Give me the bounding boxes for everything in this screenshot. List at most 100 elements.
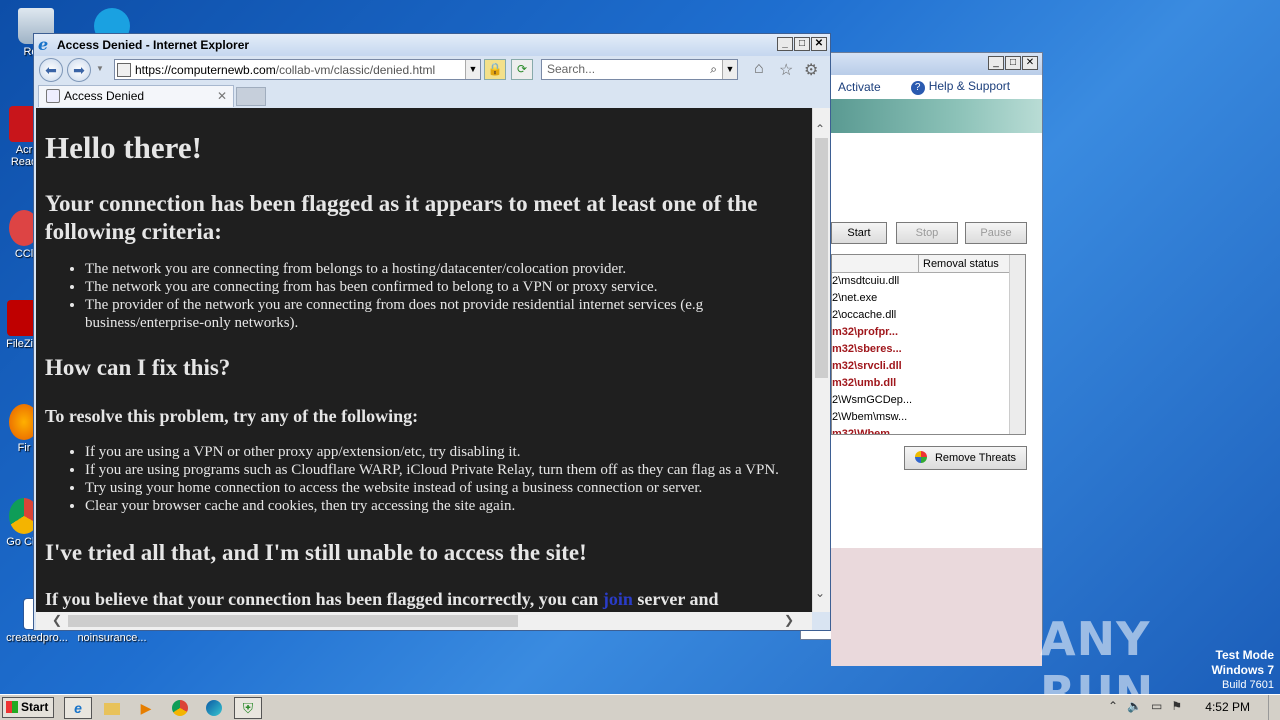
banner-eye-image <box>831 99 1042 133</box>
url-host: https://computernewb.com <box>135 62 276 77</box>
threat-list-row[interactable]: m32\sberes... <box>832 341 1025 358</box>
desktop-icon-label: CCl <box>14 248 34 260</box>
scroll-thumb[interactable] <box>68 615 518 627</box>
maximize-button[interactable]: □ <box>1005 56 1021 70</box>
system-tray: ⌃🔈▭⚑ 4:52 PM <box>1105 695 1280 720</box>
threat-list-row[interactable]: 2\Wbem\msw... <box>832 409 1025 426</box>
tab-label: Access Denied <box>64 89 145 103</box>
show-desktop-button[interactable] <box>1268 695 1280 720</box>
taskbar-edge[interactable] <box>200 697 228 719</box>
start-label: Start <box>21 700 49 714</box>
join-link[interactable]: join <box>603 589 633 609</box>
start-button[interactable]: Start <box>2 697 54 718</box>
favorites-star-icon[interactable]: ☆ <box>779 60 793 80</box>
scroll-right-icon[interactable]: ❯ <box>784 613 794 627</box>
start-scan-button[interactable]: Start <box>831 222 887 244</box>
browser-titlebar[interactable]: e Access Denied - Internet Explorer _ □ … <box>34 34 830 56</box>
close-button[interactable]: ✕ <box>811 37 827 51</box>
threat-list-row[interactable]: m32\profpr... <box>832 324 1025 341</box>
contact-paragraph: If you believe that your connection has … <box>45 589 802 610</box>
tab-access-denied[interactable]: Access Denied ✕ <box>38 85 234 107</box>
close-button[interactable]: ✕ <box>1022 56 1038 70</box>
contact-text: If you believe that your connection has … <box>45 589 603 609</box>
threat-list-row[interactable]: m32\Wbem... <box>832 426 1025 434</box>
maximize-button[interactable]: □ <box>794 37 810 51</box>
taskbar-media-player[interactable]: ▶ <box>132 697 160 719</box>
threat-list-scrollbar[interactable] <box>1009 255 1025 434</box>
remove-threats-label: Remove Threats <box>934 452 1017 464</box>
search-box[interactable]: Search... ⌕ ▼ <box>541 59 738 80</box>
home-icon[interactable]: ⌂ <box>754 60 764 78</box>
scroll-thumb[interactable] <box>815 138 828 378</box>
list-item: Try using your home connection to access… <box>85 479 802 497</box>
address-bar[interactable]: https://computernewb.com/collab-vm/class… <box>114 59 481 80</box>
desktop-icon-label: noinsurance... <box>77 632 147 644</box>
tray-icons[interactable]: ⌃🔈▭⚑ <box>1108 699 1191 713</box>
fix-heading: How can I fix this? <box>45 355 231 380</box>
threat-list-header: Removal status <box>832 255 1025 273</box>
background-app-window[interactable]: _ □ ✕ Activate ? Help & Support Start Sto… <box>800 52 1043 666</box>
back-button[interactable]: ⬅ <box>39 58 63 82</box>
list-item: If you are using a VPN or other proxy ap… <box>85 443 802 461</box>
test-mode-line: Test Mode <box>1215 648 1274 662</box>
build-line: Build 7601 <box>1222 679 1274 691</box>
clock[interactable]: 4:52 PM <box>1205 700 1250 714</box>
minimize-button[interactable]: _ <box>777 37 793 51</box>
help-support-label: Help & Support <box>928 79 1011 93</box>
page-content: Hello there! Your connection has been fl… <box>36 108 812 612</box>
edge-icon <box>206 700 222 716</box>
url-path: /collab-vm/classic/denied.html <box>275 62 436 77</box>
scroll-down-icon[interactable]: ⌄ <box>815 586 825 600</box>
folder-icon <box>104 703 120 715</box>
pause-scan-button[interactable]: Pause <box>965 222 1027 244</box>
threat-list-rows: 2\msdtcuiu.dll 2\net.exe 2\occache.dll m32\… <box>832 273 1025 434</box>
threat-list-row[interactable]: 2\net.exe <box>832 290 1025 307</box>
forward-button[interactable]: ➡ <box>67 58 91 82</box>
recent-pages-dropdown-icon[interactable]: ▼ <box>96 64 104 73</box>
navigation-bar: ⬅ ➡ ▼ https://computernewb.com/collab-vm… <box>34 56 830 84</box>
scroll-left-icon[interactable]: ❮ <box>52 613 62 627</box>
removal-status-column[interactable]: Removal status <box>918 255 999 273</box>
search-icon[interactable]: ⌕ <box>710 60 717 79</box>
stop-scan-button[interactable]: Stop <box>896 222 958 244</box>
threat-list-row[interactable]: 2\msdtcuiu.dll <box>832 273 1025 290</box>
threat-list-row[interactable]: 2\WsmGCDep... <box>832 392 1025 409</box>
activate-link[interactable]: Activate <box>838 80 881 94</box>
threat-list-row[interactable]: m32\umb.dll <box>832 375 1025 392</box>
taskbar-ie[interactable]: e <box>64 697 92 719</box>
taskbar-explorer[interactable] <box>98 697 126 719</box>
address-dropdown-button[interactable]: ▼ <box>465 60 480 79</box>
vertical-scrollbar[interactable]: ⌃ ⌄ <box>812 108 830 612</box>
refresh-button[interactable]: ⟳ <box>511 59 533 80</box>
list-item: The provider of the network you are conn… <box>85 296 802 332</box>
taskbar: Start e ▶ ⛨ ⌃🔈▭⚑ 4:52 PM <box>0 694 1280 720</box>
app-banner: Activate ? Help & Support <box>831 75 1042 193</box>
threat-list[interactable]: Removal status 2\msdtcuiu.dll 2\net.exe 2\… <box>831 254 1026 435</box>
tools-gear-icon[interactable]: ⚙ <box>804 60 818 80</box>
page-heading: Hello there! <box>45 130 202 165</box>
taskbar-security-app[interactable]: ⛨ <box>234 697 262 719</box>
search-dropdown-button[interactable]: ▼ <box>722 60 737 79</box>
scroll-up-icon[interactable]: ⌃ <box>815 122 825 136</box>
windows-flag-icon <box>6 701 18 713</box>
contact-text-end: server and <box>632 589 719 609</box>
new-tab-button[interactable] <box>236 87 266 106</box>
threat-list-row[interactable]: m32\srvcli.dll <box>832 358 1025 375</box>
close-tab-icon[interactable]: ✕ <box>217 86 227 106</box>
background-window-titlebar[interactable]: _ □ ✕ <box>801 53 1042 75</box>
search-placeholder: Search... <box>547 62 596 76</box>
criteria-list: The network you are connecting from belo… <box>85 260 802 332</box>
lock-icon[interactable]: 🔒 <box>484 59 506 80</box>
browser-window[interactable]: e Access Denied - Internet Explorer _ □ … <box>33 33 831 631</box>
taskbar-chrome[interactable] <box>166 697 194 719</box>
threat-list-row[interactable]: 2\occache.dll <box>832 307 1025 324</box>
help-support-link[interactable]: ? Help & Support <box>910 79 1011 95</box>
minimize-button[interactable]: _ <box>988 56 1004 70</box>
fix-list: If you are using a VPN or other proxy ap… <box>85 443 802 515</box>
list-item: The network you are connecting from belo… <box>85 260 802 278</box>
list-item: Clear your browser cache and cookies, th… <box>85 497 802 515</box>
media-player-icon: ▶ <box>140 700 152 716</box>
horizontal-scrollbar[interactable]: ❮ ❯ <box>36 612 812 630</box>
remove-threats-button[interactable]: Remove Threats <box>904 446 1027 470</box>
page-icon <box>46 89 60 103</box>
